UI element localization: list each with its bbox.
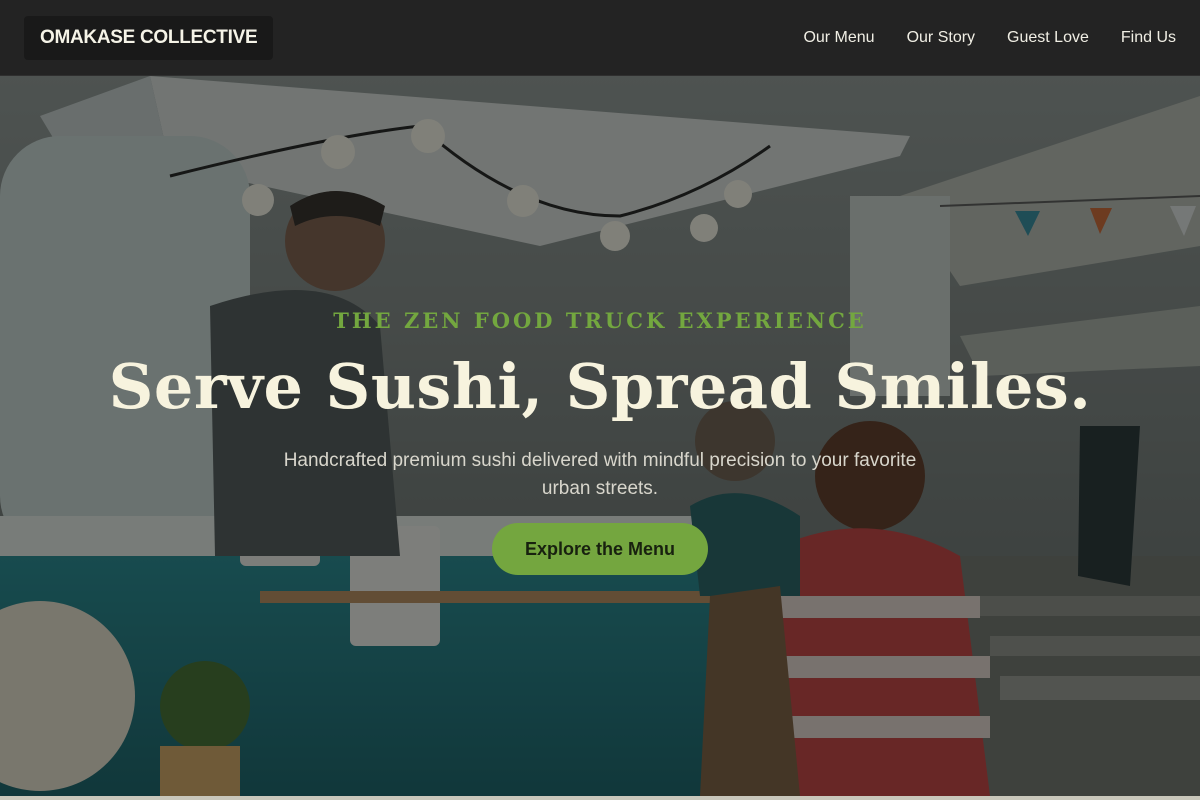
hero-subtext: Handcrafted premium sushi delivered with…: [283, 450, 917, 499]
page-bottom-edge: [0, 796, 1200, 800]
hero-eyebrow: THE ZEN FOOD TRUCK EXPERIENCE: [333, 308, 867, 333]
nav-link-our-story[interactable]: Our Story: [907, 29, 975, 47]
hero-headline: Serve Sushi, Spread Smiles.: [108, 350, 1092, 423]
hero-content: THE ZEN FOOD TRUCK EXPERIENCE Serve Sush…: [0, 308, 1200, 575]
explore-menu-button[interactable]: Explore the Menu: [492, 523, 708, 575]
nav-link-find-us[interactable]: Find Us: [1121, 29, 1176, 47]
brand-logo[interactable]: OMAKASE COLLECTIVE: [24, 15, 274, 60]
main-nav: Our Menu Our Story Guest Love Find Us: [803, 29, 1176, 47]
nav-link-our-menu[interactable]: Our Menu: [803, 29, 874, 47]
site-header: OMAKASE COLLECTIVE Our Menu Our Story Gu…: [0, 0, 1200, 76]
nav-link-guest-love[interactable]: Guest Love: [1007, 29, 1089, 47]
hero-section: THE ZEN FOOD TRUCK EXPERIENCE Serve Sush…: [0, 76, 1200, 796]
